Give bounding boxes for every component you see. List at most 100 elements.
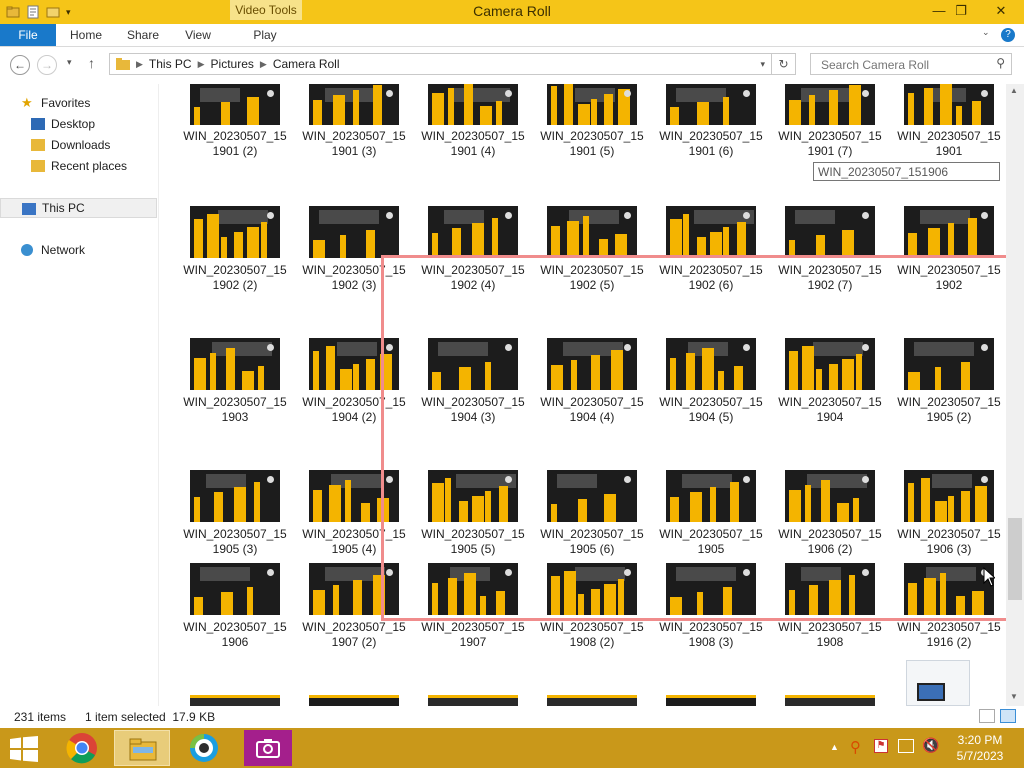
video-thumbnail[interactable] <box>428 695 518 706</box>
file-name: WIN_20230507_15 1908 (2) <box>537 620 647 650</box>
file-name: WIN_20230507_15 1901 (3) <box>299 129 409 159</box>
file-tile[interactable]: WIN_20230507_15 1901 (6) <box>656 84 766 168</box>
media-file-icon[interactable] <box>906 660 970 706</box>
file-name-line-1: WIN_20230507_15 <box>897 129 1001 143</box>
desktop-icon <box>31 118 45 130</box>
file-tile[interactable]: WIN_20230507_15 1905 (3) <box>180 470 290 556</box>
video-thumbnail <box>309 206 399 258</box>
file-name-line-2: 1901 (6) <box>688 144 734 158</box>
file-name-line-2: 1902 (2) <box>212 278 258 292</box>
chevron-right-icon: ▶ <box>197 58 205 69</box>
file-tile[interactable]: WIN_20230507_15 1901 (2) <box>180 84 290 168</box>
breadcrumb-pictures[interactable]: Pictures <box>211 57 254 71</box>
nav-downloads[interactable]: Downloads <box>0 135 157 155</box>
search-tray-icon[interactable]: ⚲ <box>850 738 861 756</box>
photos-app-icon[interactable] <box>180 730 228 766</box>
file-tile[interactable]: WIN_20230507_15 1902 (2) <box>180 206 290 292</box>
up-icon[interactable]: ↑ <box>88 55 95 71</box>
video-thumbnail <box>547 84 637 125</box>
tab-share[interactable]: Share <box>122 24 164 46</box>
file-tile[interactable]: WIN_20230507_15 1901 <box>894 84 1004 168</box>
file-tile[interactable]: WIN_20230507_15 1903 <box>180 338 290 424</box>
network-tray-icon[interactable] <box>898 739 914 753</box>
video-thumbnail <box>190 338 280 390</box>
search-icon[interactable]: ⚲ <box>996 56 1005 70</box>
file-name-line-2: 1908 <box>816 635 844 649</box>
nav-downloads-label: Downloads <box>51 138 111 152</box>
taskbar-camera[interactable] <box>244 730 292 766</box>
windows-start-icon[interactable] <box>10 736 38 762</box>
file-name-line-1: WIN_20230507_15 <box>540 129 644 143</box>
file-name-line-1: WIN_20230507_15 <box>183 129 287 143</box>
details-view-icon[interactable] <box>979 709 995 723</box>
nav-network[interactable]: Network <box>0 240 157 260</box>
tab-view[interactable]: View <box>178 24 218 46</box>
file-tile[interactable]: WIN_20230507_15 1906 <box>180 563 290 649</box>
nav-desktop[interactable]: Desktop <box>0 114 157 134</box>
show-hidden-icons-icon[interactable]: ▲ <box>830 742 839 752</box>
scroll-up-icon[interactable]: ▲ <box>1010 86 1018 95</box>
network-icon <box>21 244 33 256</box>
large-icons-view-icon[interactable] <box>1000 709 1016 723</box>
computer-icon <box>22 203 36 215</box>
maximize-button[interactable]: ❐ <box>946 0 976 22</box>
file-name: WIN_20230507_15 1901 (5) <box>537 129 647 159</box>
file-tile[interactable]: WIN_20230507_15 1901 (7) <box>775 84 885 168</box>
file-name: WIN_20230507_15 1901 (7) <box>775 129 885 159</box>
nav-favorites[interactable]: ★ Favorites <box>0 93 157 113</box>
downloads-icon <box>31 139 45 151</box>
close-button[interactable]: ✕ <box>986 0 1016 22</box>
address-dropdown-icon[interactable]: ▾ <box>760 59 765 70</box>
clock-time: 3:20 PM <box>957 733 1003 747</box>
file-name-line-1: WIN_20230507_15 <box>183 263 287 277</box>
video-thumbnail <box>428 206 518 258</box>
refresh-button[interactable]: ↻ <box>772 53 796 75</box>
video-thumbnail[interactable] <box>547 695 637 706</box>
recent-locations-icon[interactable]: ▾ <box>67 57 72 68</box>
file-tile[interactable]: WIN_20230507_15 1901 (5) <box>537 84 647 168</box>
tab-file[interactable]: File <box>0 24 56 46</box>
video-thumbnail[interactable] <box>785 695 875 706</box>
video-thumbnail[interactable] <box>309 695 399 706</box>
back-button[interactable]: ← <box>10 55 30 75</box>
file-name-line-1: WIN_20230507_15 <box>183 395 287 409</box>
window-title: Camera Roll <box>473 3 551 19</box>
mouse-cursor-icon <box>983 567 995 587</box>
file-name-line-2: 1903 <box>221 410 249 424</box>
file-name: WIN_20230507_15 1908 <box>775 620 885 650</box>
clock-date: 5/7/2023 <box>956 749 1004 763</box>
scroll-down-icon[interactable]: ▼ <box>1010 692 1018 701</box>
video-thumbnail <box>785 206 875 258</box>
tab-play[interactable]: Play <box>248 24 282 46</box>
chrome-icon[interactable] <box>58 730 106 766</box>
help-icon[interactable]: ? <box>1001 28 1015 42</box>
breadcrumb-camera-roll[interactable]: Camera Roll <box>273 57 340 71</box>
search-box[interactable]: ⚲ <box>810 53 1012 75</box>
action-center-flag-icon[interactable]: ⚑ <box>874 739 888 753</box>
chevron-right-icon: ▶ <box>136 58 143 69</box>
search-input[interactable] <box>819 55 993 75</box>
video-thumbnail[interactable] <box>190 695 280 706</box>
navigation-pane <box>0 84 159 706</box>
vertical-scrollbar[interactable] <box>1006 84 1024 706</box>
file-name-line-2: 1907 (2) <box>331 635 377 649</box>
expand-ribbon-icon[interactable]: ⌄ <box>982 27 990 38</box>
video-thumbnail[interactable] <box>666 695 756 706</box>
nav-favorites-label: Favorites <box>41 96 91 110</box>
file-tile[interactable]: WIN_20230507_15 1901 (3) <box>299 84 409 168</box>
taskbar-file-explorer[interactable] <box>114 730 170 766</box>
tab-home[interactable]: Home <box>64 24 108 46</box>
nav-this-pc[interactable]: This PC <box>0 198 157 218</box>
volume-muted-icon[interactable]: 🔇 <box>922 737 939 754</box>
breadcrumb-this-pc[interactable]: This PC <box>149 57 192 71</box>
scrollbar-thumb[interactable] <box>1008 518 1022 600</box>
nav-recent-places[interactable]: Recent places <box>0 156 157 176</box>
file-name-line-1: WIN_20230507_15 <box>540 620 644 634</box>
address-bar[interactable]: ▶ This PC ▶ Pictures ▶ Camera Roll ▾ <box>109 53 772 75</box>
taskbar-clock[interactable]: 3:20 PM 5/7/2023 <box>950 732 1010 764</box>
selection-rectangle <box>381 255 1024 621</box>
file-tile[interactable]: WIN_20230507_15 1901 (4) <box>418 84 528 168</box>
forward-button[interactable]: → <box>37 55 57 75</box>
file-name: WIN_20230507_15 1901 <box>894 129 1004 159</box>
chevron-right-icon: ▶ <box>259 58 267 69</box>
